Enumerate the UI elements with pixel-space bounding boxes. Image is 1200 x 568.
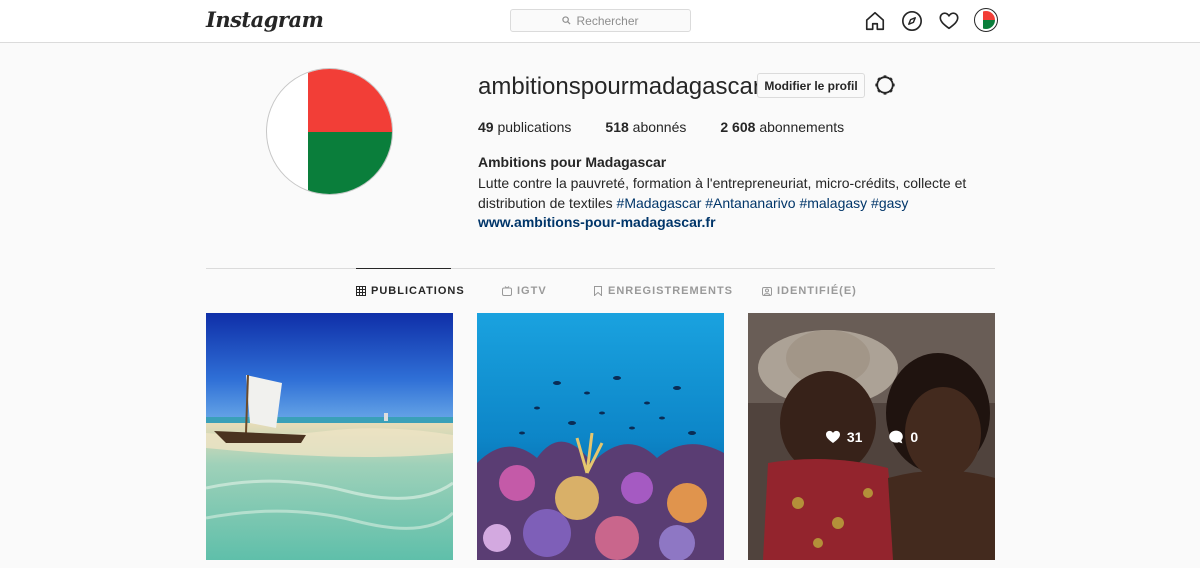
tagged-icon <box>762 287 772 296</box>
comments-count: 0 <box>888 429 918 445</box>
profile-full-name: Ambitions pour Madagascar <box>478 154 667 170</box>
instagram-logo[interactable]: Instagram <box>206 7 324 32</box>
hashtag-link[interactable]: #Madagascar <box>617 195 702 211</box>
hashtag-link[interactable]: #Antananarivo <box>705 195 795 211</box>
profile-picture[interactable] <box>266 68 393 195</box>
active-tab-indicator <box>356 268 451 269</box>
post-hover-overlay: 31 0 <box>748 313 995 560</box>
tab-saved[interactable]: ENREGISTREMENTS <box>593 285 733 297</box>
hashtag-link[interactable]: #gasy <box>871 195 908 211</box>
post-tile-coral[interactable] <box>477 313 724 560</box>
avatar[interactable] <box>974 8 998 32</box>
search-placeholder: Rechercher <box>576 13 639 28</box>
igtv-icon <box>502 286 512 296</box>
coral-reef-image <box>477 313 724 560</box>
post-tile-children[interactable]: 31 0 <box>748 313 995 560</box>
likes-count: 31 <box>825 429 862 445</box>
settings-gear-icon[interactable] <box>874 74 896 96</box>
posts-count: 49 publications <box>478 119 572 135</box>
search-icon <box>562 16 571 25</box>
madagascar-flag-icon <box>977 11 995 29</box>
hashtag-link[interactable]: #malagasy <box>799 195 867 211</box>
beach-boat-image <box>206 313 453 560</box>
profile-website-link[interactable]: www.ambitions-pour-madagascar.fr <box>478 214 716 230</box>
edit-profile-button[interactable]: Modifier le profil <box>757 73 865 98</box>
bookmark-icon <box>594 286 602 296</box>
grid-icon <box>356 286 366 296</box>
followers-count[interactable]: 518 abonnés <box>605 119 686 135</box>
tab-tagged[interactable]: IDENTIFIÉ(E) <box>762 285 857 297</box>
search-input[interactable]: Rechercher <box>510 9 691 32</box>
following-count[interactable]: 2 608 abonnements <box>720 119 844 135</box>
profile-bio: Lutte contre la pauvreté, formation à l'… <box>478 175 967 211</box>
tabs-divider <box>206 268 995 269</box>
comment-filled-icon <box>889 430 904 443</box>
explore-icon[interactable] <box>901 10 923 32</box>
top-navbar: Instagram Rechercher <box>0 0 1200 43</box>
profile-username: ambitionspourmadagascar <box>478 73 761 100</box>
home-icon[interactable] <box>864 10 886 32</box>
tab-igtv[interactable]: IGTV <box>502 285 547 297</box>
heart-filled-icon <box>825 430 840 443</box>
post-tile-beach[interactable] <box>206 313 453 560</box>
profile-stats: 49 publications 518 abonnés 2 608 abonne… <box>478 119 878 135</box>
heart-icon[interactable] <box>938 10 960 32</box>
tab-publications[interactable]: PUBLICATIONS <box>356 285 465 297</box>
